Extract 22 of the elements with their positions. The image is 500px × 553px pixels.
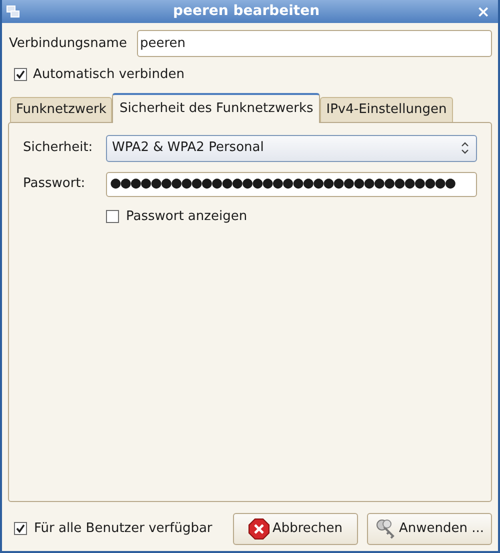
checkbox-label: Automatisch verbinden (33, 66, 184, 84)
updown-icon (460, 141, 470, 155)
tab[interactable]: IPv4-Einstellungen (320, 96, 453, 122)
cancel-icon (248, 518, 270, 540)
window-title: peeren bearbeiten (172, 2, 321, 21)
checkbox-label: Passwort anzeigen (126, 208, 248, 226)
tab[interactable]: Sicherheit des Funknetzwerks (112, 92, 320, 122)
keys-icon (374, 518, 397, 540)
cancel-button[interactable]: Abbrechen (233, 512, 358, 544)
tab[interactable]: Funknetzwerk (10, 96, 112, 122)
checkbox-label: Für alle Benutzer verfügbar (34, 520, 212, 538)
checkbox[interactable] (106, 210, 119, 223)
apply-button[interactable]: Anwenden ... (367, 512, 492, 544)
field-label: Passwort: (23, 175, 86, 194)
checkbox[interactable] (14, 68, 27, 82)
field-label: Sicherheit: (23, 139, 94, 158)
network-icon (6, 4, 20, 18)
password-field[interactable]: ●●●●●●●●●●●●●●●●●●●●●●●●●●●●●●●●●● (106, 172, 477, 196)
security-dropdown[interactable]: WPA2 & WPA2 Personal (106, 134, 477, 162)
field-label: Verbindungsname (8, 34, 127, 53)
checkbox[interactable] (14, 522, 27, 535)
connection-name-field[interactable]: peeren (136, 30, 492, 57)
